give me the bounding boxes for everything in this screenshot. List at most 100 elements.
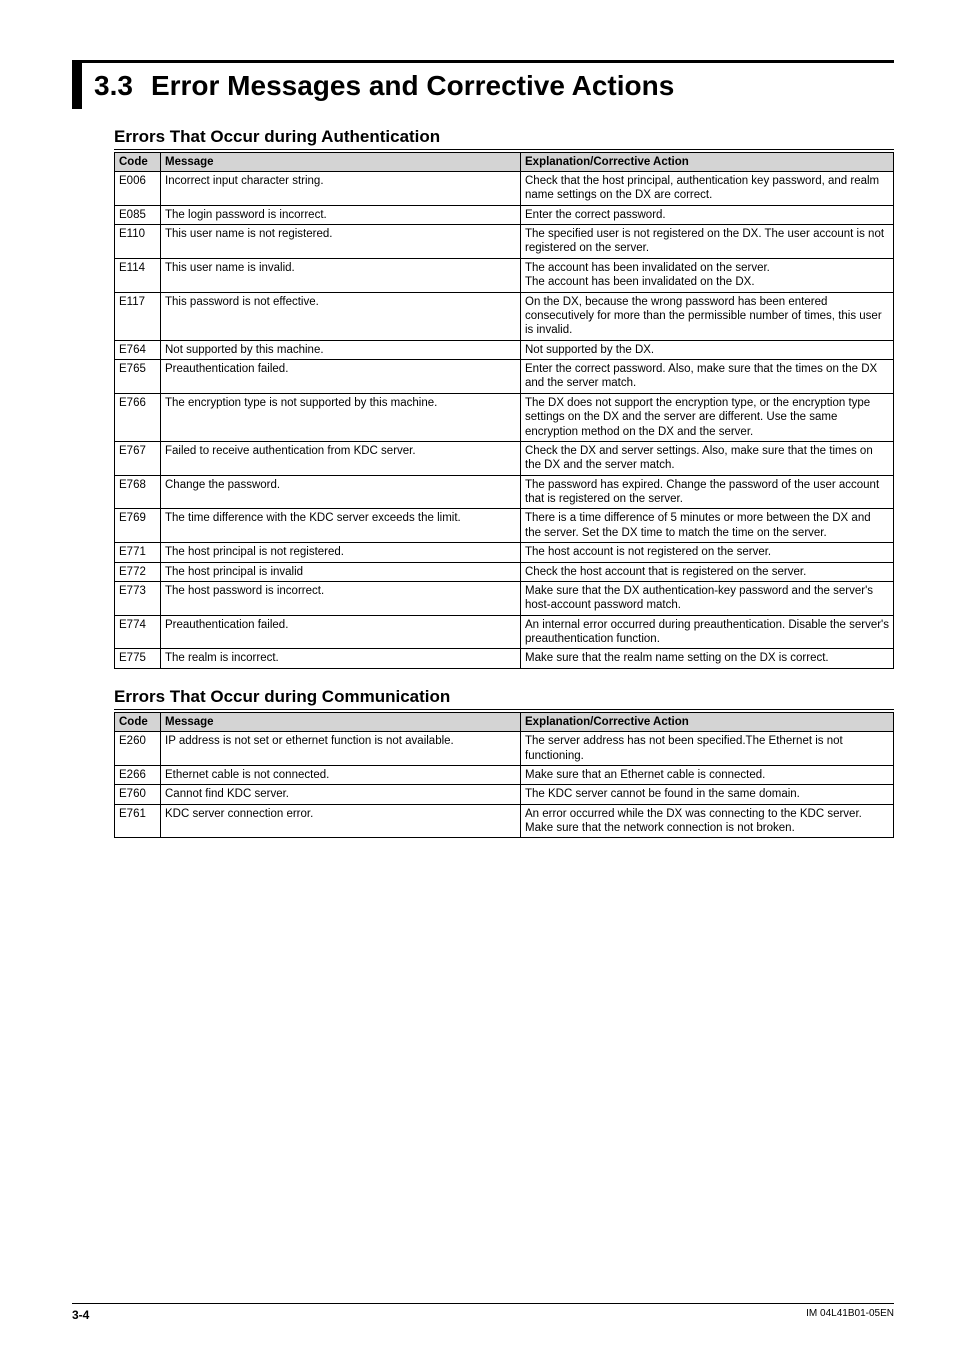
cell-explanation: Check the host account that is registere…: [521, 562, 894, 581]
cell-message: The login password is incorrect.: [161, 205, 521, 224]
cell-message: This user name is not registered.: [161, 225, 521, 259]
cell-explanation: Make sure that the realm name setting on…: [521, 649, 894, 668]
table-row: E260IP address is not set or ethernet fu…: [115, 732, 894, 766]
cell-code: E266: [115, 765, 161, 784]
table-row: E266Ethernet cable is not connected.Make…: [115, 765, 894, 784]
cell-explanation: Make sure that an Ethernet cable is conn…: [521, 765, 894, 784]
cell-message: Failed to receive authentication from KD…: [161, 441, 521, 475]
cell-code: E767: [115, 441, 161, 475]
table-row: E761KDC server connection error.An error…: [115, 804, 894, 838]
auth-tbody: E006Incorrect input character string.Che…: [115, 171, 894, 668]
section-heading: 3.3 Error Messages and Corrective Action…: [72, 60, 894, 109]
table-row: E769The time difference with the KDC ser…: [115, 509, 894, 543]
table-row: E117This password is not effective.On th…: [115, 292, 894, 340]
auth-table: Code Message Explanation/Corrective Acti…: [114, 152, 894, 669]
cell-explanation: There is a time difference of 5 minutes …: [521, 509, 894, 543]
table-row: E768Change the password.The password has…: [115, 475, 894, 509]
cell-message: Cannot find KDC server.: [161, 785, 521, 804]
cell-explanation: Enter the correct password. Also, make s…: [521, 360, 894, 394]
cell-code: E110: [115, 225, 161, 259]
cell-message: The time difference with the KDC server …: [161, 509, 521, 543]
cell-explanation: The account has been invalidated on the …: [521, 258, 894, 292]
page-number: 3-4: [72, 1308, 89, 1322]
cell-message: The realm is incorrect.: [161, 649, 521, 668]
section-title: Error Messages and Corrective Actions: [151, 63, 674, 109]
cell-code: E764: [115, 340, 161, 359]
comm-table: Code Message Explanation/Corrective Acti…: [114, 712, 894, 839]
table-row: E775The realm is incorrect.Make sure tha…: [115, 649, 894, 668]
table-row: E773The host password is incorrect.Make …: [115, 581, 894, 615]
cell-explanation: Check the DX and server settings. Also, …: [521, 441, 894, 475]
table-row: E767Failed to receive authentication fro…: [115, 441, 894, 475]
cell-message: Preauthentication failed.: [161, 360, 521, 394]
cell-message: The host principal is invalid: [161, 562, 521, 581]
col-code: Code: [115, 712, 161, 731]
table-row: E771The host principal is not registered…: [115, 543, 894, 562]
cell-code: E772: [115, 562, 161, 581]
cell-message: This password is not effective.: [161, 292, 521, 340]
cell-code: E006: [115, 171, 161, 205]
comm-heading: Errors That Occur during Communication: [114, 687, 894, 710]
cell-code: E117: [115, 292, 161, 340]
cell-code: E765: [115, 360, 161, 394]
table-row: E085The login password is incorrect.Ente…: [115, 205, 894, 224]
cell-code: E766: [115, 393, 161, 441]
col-explanation: Explanation/Corrective Action: [521, 712, 894, 731]
cell-message: The host password is incorrect.: [161, 581, 521, 615]
table-row: E006Incorrect input character string.Che…: [115, 171, 894, 205]
section-number: 3.3: [82, 63, 151, 109]
cell-message: The host principal is not registered.: [161, 543, 521, 562]
col-code: Code: [115, 152, 161, 171]
cell-code: E768: [115, 475, 161, 509]
cell-code: E085: [115, 205, 161, 224]
cell-message: Incorrect input character string.: [161, 171, 521, 205]
cell-code: E114: [115, 258, 161, 292]
cell-explanation: An error occurred while the DX was conne…: [521, 804, 894, 838]
cell-code: E260: [115, 732, 161, 766]
cell-explanation: Enter the correct password.: [521, 205, 894, 224]
comm-block: Errors That Occur during Communication C…: [114, 687, 894, 839]
col-explanation: Explanation/Corrective Action: [521, 152, 894, 171]
cell-explanation: The server address has not been specifie…: [521, 732, 894, 766]
comm-tbody: E260IP address is not set or ethernet fu…: [115, 732, 894, 838]
cell-code: E769: [115, 509, 161, 543]
cell-code: E760: [115, 785, 161, 804]
col-message: Message: [161, 712, 521, 731]
table-row: E766The encryption type is not supported…: [115, 393, 894, 441]
table-header-row: Code Message Explanation/Corrective Acti…: [115, 152, 894, 171]
page-footer: 3-4 IM 04L41B01-05EN: [72, 1303, 894, 1322]
cell-message: Change the password.: [161, 475, 521, 509]
cell-explanation: Check that the host principal, authentic…: [521, 171, 894, 205]
cell-explanation: The DX does not support the encryption t…: [521, 393, 894, 441]
cell-message: Preauthentication failed.: [161, 615, 521, 649]
cell-explanation: On the DX, because the wrong password ha…: [521, 292, 894, 340]
cell-message: KDC server connection error.: [161, 804, 521, 838]
cell-code: E771: [115, 543, 161, 562]
cell-explanation: The KDC server cannot be found in the sa…: [521, 785, 894, 804]
auth-heading: Errors That Occur during Authentication: [114, 127, 894, 150]
cell-code: E773: [115, 581, 161, 615]
table-header-row: Code Message Explanation/Corrective Acti…: [115, 712, 894, 731]
auth-block: Errors That Occur during Authentication …: [114, 127, 894, 669]
table-row: E760Cannot find KDC server.The KDC serve…: [115, 785, 894, 804]
cell-code: E774: [115, 615, 161, 649]
cell-code: E761: [115, 804, 161, 838]
col-message: Message: [161, 152, 521, 171]
cell-explanation: An internal error occurred during preaut…: [521, 615, 894, 649]
heading-bar: [72, 63, 82, 109]
table-row: E772The host principal is invalidCheck t…: [115, 562, 894, 581]
cell-message: The encryption type is not supported by …: [161, 393, 521, 441]
cell-message: IP address is not set or ethernet functi…: [161, 732, 521, 766]
cell-explanation: Not supported by the DX.: [521, 340, 894, 359]
table-row: E110This user name is not registered.The…: [115, 225, 894, 259]
table-row: E774Preauthentication failed.An internal…: [115, 615, 894, 649]
cell-message: This user name is invalid.: [161, 258, 521, 292]
cell-explanation: The specified user is not registered on …: [521, 225, 894, 259]
cell-code: E775: [115, 649, 161, 668]
cell-explanation: The password has expired. Change the pas…: [521, 475, 894, 509]
cell-message: Not supported by this machine.: [161, 340, 521, 359]
table-row: E764Not supported by this machine.Not su…: [115, 340, 894, 359]
doc-id: IM 04L41B01-05EN: [806, 1308, 894, 1322]
cell-explanation: The host account is not registered on th…: [521, 543, 894, 562]
table-row: E765Preauthentication failed.Enter the c…: [115, 360, 894, 394]
